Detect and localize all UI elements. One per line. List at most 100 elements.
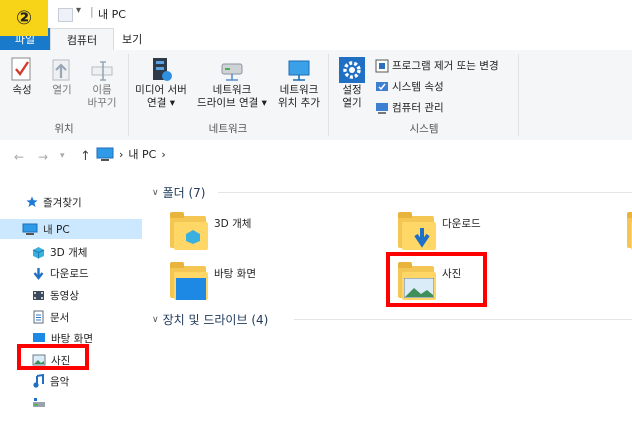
open-settings-button[interactable]: 설정 열기 [332,56,372,110]
rename-icon [91,61,113,81]
cube-icon [32,246,45,258]
sidebar-label-downloads: 다운로드 [50,267,89,280]
this-pc-icon [22,223,38,235]
drive-icon [33,398,45,407]
group-label-system: 시스템 [409,123,439,135]
sidebar-label-documents: 문서 [50,311,70,324]
folder-3d-icon [170,212,208,250]
folder-label-3d-objects: 3D 개체 [214,218,252,230]
folder-item-downloads[interactable]: 다운로드 [398,212,481,250]
folders-header-label: 폴더 (7) [162,186,206,200]
sidebar-item-this-pc[interactable]: 내 PC [0,219,142,239]
rename-button[interactable]: 이름 바꾸기 [82,56,122,110]
add-location-label-1: 네트워크 [279,84,319,96]
sidebar-label-3d-objects: 3D 개체 [50,246,88,259]
breadcrumb-separator: › [119,147,124,161]
rename-label-2: 바꾸기 [87,97,117,109]
add-location-label-2: 위치 추가 [278,97,320,109]
network-location-icon [288,60,310,81]
media-server-label-1: 미디어 서버 [135,84,187,96]
quick-access-icon[interactable] [58,8,73,22]
settings-label-1: 설정 [342,84,362,96]
highlight-box-sidebar-pictures [17,344,89,370]
rename-label-1: 이름 [92,84,112,96]
properties-label: 속성 [12,84,32,96]
star-icon [26,196,38,207]
chevron-down-icon: ∨ [152,314,159,325]
folder-desktop-icon [170,262,208,300]
up-arrow-icon[interactable]: ↑ [80,149,91,164]
tab-computer[interactable]: 컴퓨터 [50,28,114,51]
download-arrow-icon [33,267,44,280]
computer-management-button[interactable]: 컴퓨터 관리 [375,100,444,115]
window-title: 내 PC [98,8,126,21]
sidebar-item-quick-access[interactable]: 즐겨찾기 [26,192,82,212]
section-divider [218,192,632,193]
open-button[interactable]: 열기 [44,56,80,97]
step-badge: ② [0,0,48,36]
settings-gear-icon [339,57,365,83]
map-drive-label-1: 네트워크 [212,84,252,96]
breadcrumb-this-pc[interactable]: 내 PC [128,146,156,162]
navigation-bar [0,140,632,176]
uninstall-label: 프로그램 제거 또는 변경 [392,60,499,72]
highlight-box-pictures-folder [386,252,487,307]
breadcrumb[interactable]: › 내 PC › [96,146,166,162]
sidebar-item-documents[interactable]: 문서 [32,307,69,327]
devices-section-header[interactable]: ∨ 장치 및 드라이브 (4) [152,311,268,328]
chevron-down-icon: ∨ [152,187,159,198]
breadcrumb-chevron-icon[interactable]: › [161,148,165,161]
sidebar-label-quick-access: 즐겨찾기 [43,196,82,209]
media-server-button[interactable]: 미디어 서버 연결 ▾ [130,56,192,110]
folder-label-downloads: 다운로드 [442,218,481,230]
system-properties-button[interactable]: 시스템 속성 [375,79,444,94]
sidebar-item-3d-objects[interactable]: 3D 개체 [32,242,87,262]
properties-button[interactable]: 속성 [6,56,38,97]
sidebar-item-videos[interactable]: 동영상 [32,285,79,305]
uninstall-icon [375,59,389,72]
map-network-drive-button[interactable]: 네트워크 드라이브 연결 ▾ [193,56,271,110]
sidebar-item-drive[interactable] [32,393,46,413]
open-label: 열기 [52,84,72,96]
open-icon [52,59,70,81]
computer-management-icon [376,102,388,114]
system-properties-label: 시스템 속성 [392,81,444,93]
folder-downloads-icon [398,212,436,250]
folder-item-partial[interactable] [627,212,632,250]
media-server-label-2: 연결 ▾ [147,97,175,109]
title-bar [0,0,632,28]
tab-view[interactable]: 보기 [122,31,142,47]
folder-label-desktop: 바탕 화면 [214,268,256,280]
this-pc-icon [96,147,114,161]
devices-header-label: 장치 및 드라이브 (4) [162,313,269,327]
sidebar-label-videos: 동영상 [50,289,79,302]
recent-locations-icon[interactable]: ▾ [60,151,65,161]
properties-icon [11,57,31,81]
system-properties-icon [376,81,388,91]
map-drive-label-2: 드라이브 연결 ▾ [197,97,267,109]
group-label-network: 네트워크 [208,123,248,135]
ribbon-divider [328,54,329,136]
sidebar-item-downloads[interactable]: 다운로드 [32,263,89,283]
add-network-location-button[interactable]: 네트워크 위치 추가 [273,56,325,110]
film-icon [33,290,44,300]
folders-section-header[interactable]: ∨ 폴더 (7) [152,184,206,201]
media-server-icon [153,58,172,81]
sidebar-item-music[interactable]: 음악 [32,371,69,391]
sidebar-label-music: 음악 [50,375,70,388]
folder-item-3d-objects[interactable]: 3D 개체 [170,212,251,250]
sidebar-label-this-pc: 내 PC [43,223,70,236]
uninstall-program-button[interactable]: 프로그램 제거 또는 변경 [375,58,499,73]
group-label-location: 위치 [54,123,74,135]
forward-arrow-icon[interactable]: → [38,150,48,164]
folder-item-desktop[interactable]: 바탕 화면 [170,262,256,300]
music-note-icon [33,374,44,388]
quick-access-dropdown-icon[interactable]: ▾ [76,5,81,16]
network-drive-icon [221,63,243,81]
settings-label-2: 열기 [342,97,362,109]
desktop-icon [33,333,45,342]
document-icon [33,310,44,324]
title-separator: | [90,5,94,18]
folder-icon [627,212,632,250]
back-arrow-icon[interactable]: ← [14,150,24,164]
